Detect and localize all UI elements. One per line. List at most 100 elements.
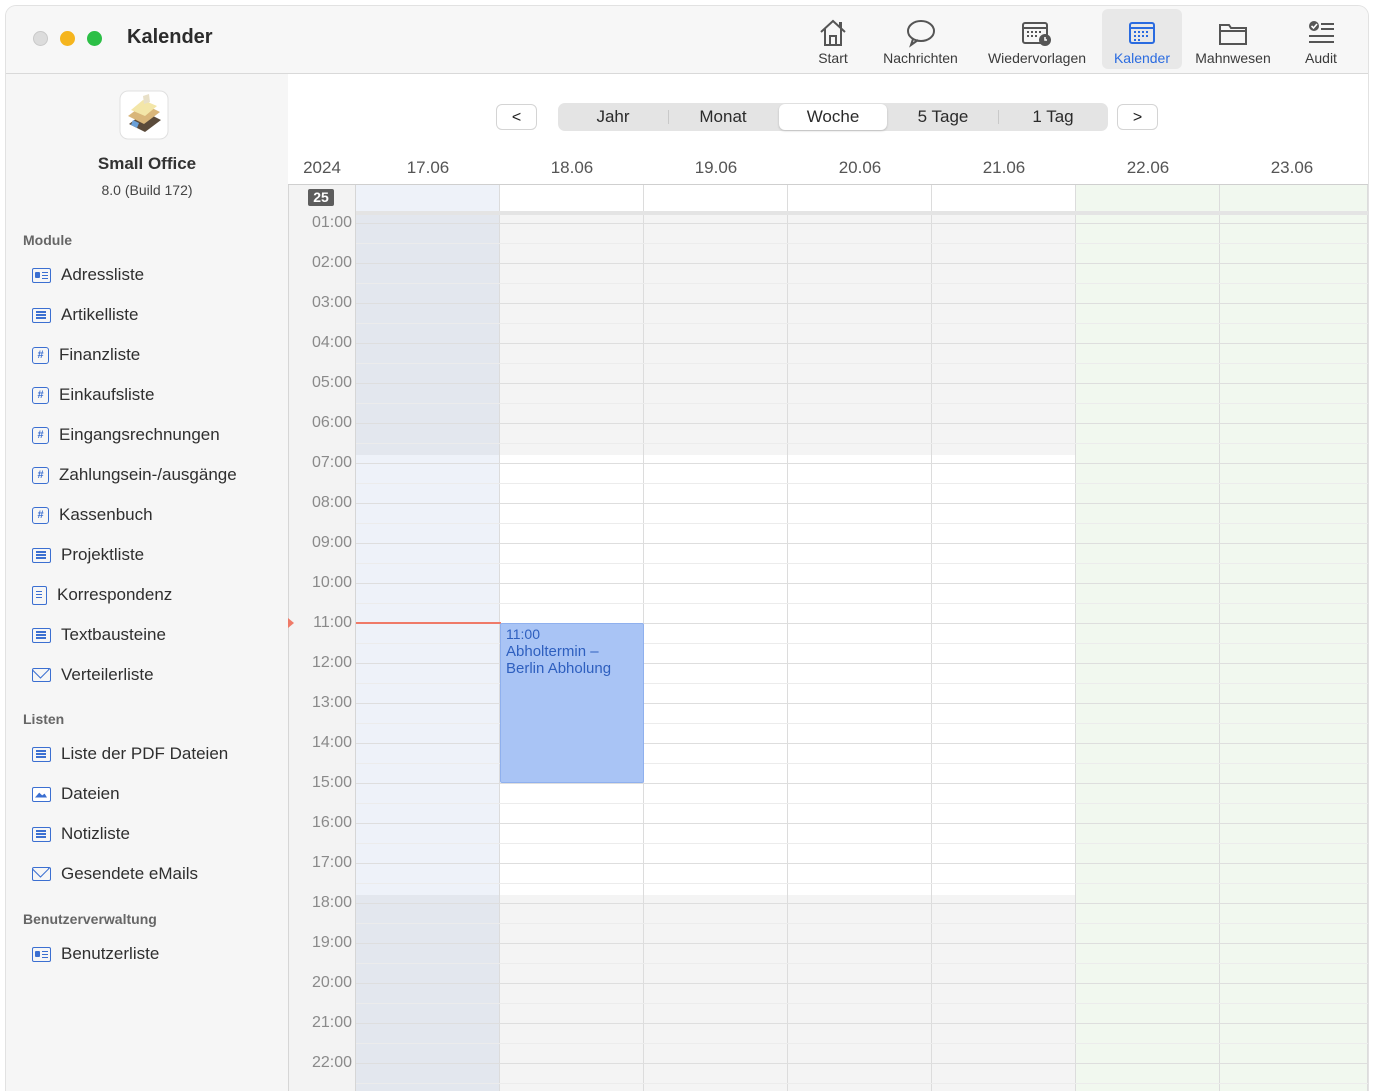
sidebar-item-projektliste[interactable]: Projektliste [32, 543, 144, 567]
toolbar-start-button[interactable]: Start [806, 9, 860, 69]
sidebar-item-eingangsrechnungen[interactable]: # Eingangsrechnungen [32, 423, 220, 447]
day-header-21-06: 21.06 [982, 158, 1026, 177]
day-header-23-06: 23.06 [1270, 158, 1314, 177]
sidebar-item-textbausteine[interactable]: Textbausteine [32, 623, 166, 647]
toolbar-mahnwesen-button[interactable]: Mahnwesen [1190, 9, 1276, 69]
hour-label: 07:00 [311, 454, 352, 471]
off-hours-shade [932, 895, 1075, 1091]
off-hours-shade [932, 215, 1075, 455]
hour-label: 09:00 [311, 534, 352, 551]
hour-label: 17:00 [311, 854, 352, 871]
sidebar-item-verteilerliste[interactable]: Verteilerliste [32, 663, 154, 687]
half-hour-gridline [356, 243, 1368, 244]
day-header-22-06: 22.06 [1126, 158, 1170, 177]
day-column-22-06[interactable] [1076, 185, 1220, 1091]
folder-icon [1219, 24, 1247, 45]
hour-label: 02:00 [311, 254, 352, 271]
minimize-window-button[interactable] [60, 31, 75, 46]
half-hour-gridline [356, 603, 1368, 604]
hour-gridline [356, 1023, 1368, 1024]
half-hour-gridline [356, 883, 1368, 884]
off-hours-shade [356, 895, 499, 1091]
toolbar-audit-button[interactable]: Audit [1296, 9, 1346, 69]
day-header-17-06: 17.06 [406, 158, 450, 177]
sidebar-item-einkaufsliste[interactable]: # Einkaufsliste [32, 383, 154, 407]
list-icon [32, 627, 51, 643]
list-icon [32, 307, 51, 323]
sidebar-item-notizliste[interactable]: Notizliste [32, 822, 130, 846]
calendar-view: < Jahr Monat Woche 5 Tage 1 Tag > 2024 1… [288, 74, 1368, 1091]
sidebar-item-label: Gesendete eMails [61, 864, 199, 883]
sidebar-item-label: Verteilerliste [61, 665, 154, 684]
view-jahr-tab[interactable]: Jahr [558, 103, 668, 131]
view-woche-tab[interactable]: Woche [779, 104, 887, 130]
off-hours-shade [500, 215, 643, 455]
list-icon [32, 547, 51, 563]
small-office-app-icon [119, 90, 169, 140]
view-1-tag-tab[interactable]: 1 Tag [998, 103, 1108, 131]
close-window-button[interactable] [33, 31, 48, 46]
sidebar-item-dateien[interactable]: Dateien [32, 782, 120, 806]
half-hour-gridline [356, 803, 1368, 804]
window-title: Kalender [127, 26, 213, 48]
sidebar-item-pdf-dateien[interactable]: Liste der PDF Dateien [32, 742, 228, 766]
sidebar-item-zahlungsein-ausgaenge[interactable]: # Zahlungsein-/ausgänge [32, 463, 237, 487]
hour-label: 01:00 [311, 214, 352, 231]
sidebar-item-label: Liste der PDF Dateien [61, 744, 229, 763]
next-week-button[interactable]: > [1117, 104, 1158, 130]
app-name: Small Office [97, 154, 197, 173]
sidebar-item-label: Projektliste [61, 545, 145, 564]
half-hour-gridline [356, 1043, 1368, 1044]
sidebar-item-adressliste[interactable]: Adressliste [32, 263, 144, 287]
event-time: 11:00 [506, 626, 540, 642]
title-bar: Kalender Start Nachrichten Wiedervorlage… [6, 6, 1368, 74]
view-5-tage-tab[interactable]: 5 Tage [888, 103, 998, 131]
hour-gridline [356, 263, 1368, 264]
hour-label: 15:00 [311, 774, 352, 791]
day-column-23-06[interactable] [1220, 185, 1368, 1091]
hour-label: 19:00 [311, 934, 352, 951]
hour-gridline [356, 783, 1368, 784]
day-column-19-06[interactable] [644, 185, 788, 1091]
sidebar-item-gesendete-emails[interactable]: Gesendete eMails [32, 862, 198, 886]
sidebar-item-kassenbuch[interactable]: # Kassenbuch [32, 503, 153, 527]
sidebar-item-artikelliste[interactable]: Artikelliste [32, 303, 138, 327]
hour-label: 10:00 [311, 574, 352, 591]
hour-label: 21:00 [311, 1014, 352, 1031]
sidebar-item-finanzliste[interactable]: # Finanzliste [32, 343, 140, 367]
hour-gridline [356, 423, 1368, 424]
sidebar-item-label: Eingangsrechnungen [59, 425, 220, 444]
off-hours-shade [644, 895, 787, 1091]
hour-gridline [356, 223, 1368, 224]
mail-icon [32, 867, 51, 881]
hour-label: 04:00 [311, 334, 352, 351]
hash-icon: # [32, 386, 49, 404]
maximize-window-button[interactable] [87, 31, 102, 46]
off-hours-shade [788, 895, 931, 1091]
toolbar-wiedervorlagen-button[interactable]: Wiedervorlagen [980, 9, 1094, 69]
day-column-17-06[interactable] [356, 185, 500, 1091]
sidebar-item-label: Dateien [61, 784, 120, 803]
sidebar-item-label: Zahlungsein-/ausgänge [59, 465, 237, 484]
sidebar-item-label: Korrespondenz [57, 585, 173, 604]
half-hour-gridline [356, 483, 1368, 484]
sidebar-item-korrespondenz[interactable]: Korrespondenz [32, 583, 172, 607]
half-hour-gridline [356, 523, 1368, 524]
hour-label: 22:00 [311, 1054, 352, 1071]
sidebar-item-benutzerliste[interactable]: Benutzerliste [32, 942, 159, 966]
toolbar-nachrichten-button[interactable]: Nachrichten [873, 9, 968, 69]
previous-week-button[interactable]: < [496, 104, 537, 130]
sidebar-item-label: Notizliste [61, 824, 130, 843]
sidebar-item-label: Artikelliste [61, 305, 139, 324]
off-hours-shade [644, 215, 787, 455]
toolbar-kalender-button[interactable]: Kalender [1102, 9, 1182, 69]
hour-gridline [356, 383, 1368, 384]
half-hour-gridline [356, 963, 1368, 964]
hour-label: 18:00 [311, 894, 352, 911]
toolbar-mahnwesen-label: Mahnwesen [1195, 50, 1271, 66]
view-segmented-control: Jahr Monat Woche 5 Tage 1 Tag [558, 103, 1108, 131]
calendar-event[interactable]: 11:00 Abholtermin – Berlin Abholung [500, 623, 644, 783]
view-monat-tab[interactable]: Monat [668, 103, 778, 131]
day-column-21-06[interactable] [932, 185, 1076, 1091]
day-column-20-06[interactable] [788, 185, 932, 1091]
